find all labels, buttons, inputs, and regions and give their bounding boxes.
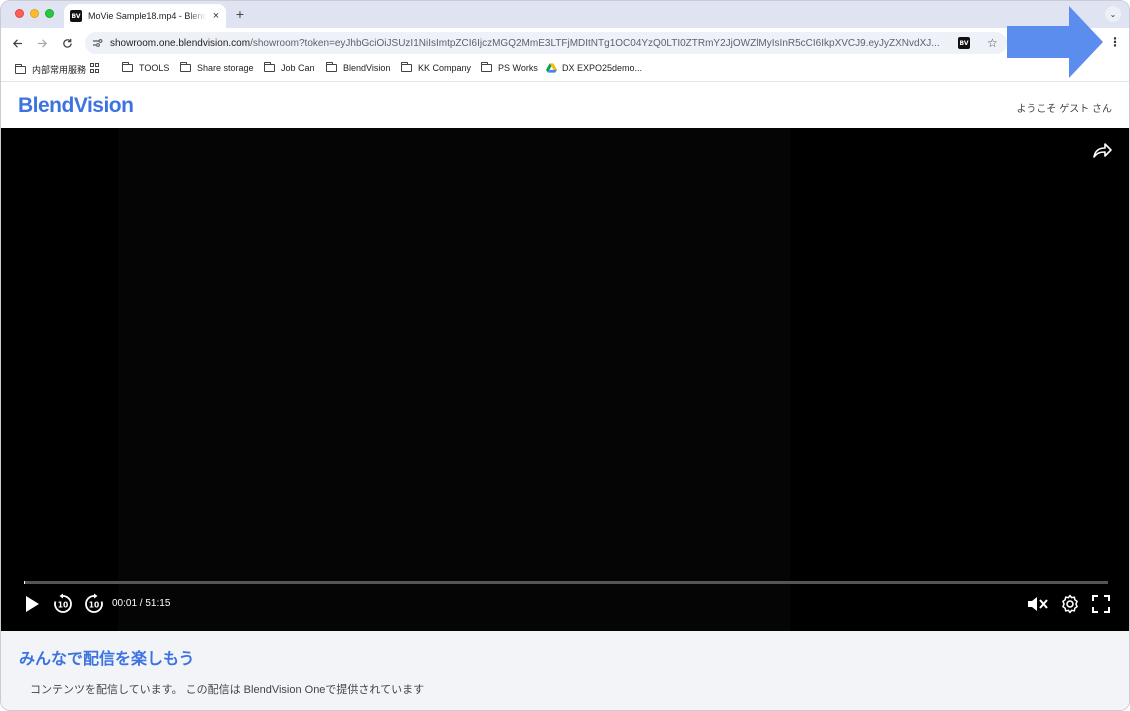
close-window-button[interactable] [15, 9, 24, 18]
bookmark-internal-services[interactable]: 内部常用服務 [15, 63, 86, 76]
bookmark-label: Share storage [197, 63, 254, 73]
apps-grid-icon [90, 63, 100, 73]
bookmark-share-storage[interactable]: Share storage [180, 62, 254, 73]
bookmark-job-can[interactable]: Job Can [264, 62, 315, 73]
blendvision-favicon-icon: BV [70, 10, 82, 22]
url-host: showroom.one.blendvision.com [110, 37, 251, 49]
bookmark-label: BlendVision [343, 63, 391, 73]
folder-icon [481, 62, 492, 72]
tab-search-button[interactable]: ⌄ [1105, 6, 1121, 22]
minimize-window-button[interactable] [30, 9, 39, 18]
browser-menu-icon[interactable]: ⋮ [1109, 35, 1121, 49]
volume-muted-icon [1028, 597, 1048, 611]
content-title: みんなで配信を楽しもう [19, 651, 195, 668]
forward-arrow-icon [37, 38, 47, 48]
tab-close-icon[interactable]: × [210, 10, 222, 22]
new-tab-button[interactable]: + [233, 6, 247, 22]
mute-button[interactable] [1027, 592, 1049, 616]
back-arrow-icon [12, 38, 22, 48]
rewind-10-button[interactable]: 10 [52, 592, 74, 616]
content-info: みんなで配信を楽しもう コンテンツを配信しています。 この配信は BlendVi… [1, 631, 1129, 710]
browser-window: BV MoVie Sample18.mp4 - BlendVision × + … [0, 0, 1130, 711]
bookmark-label: PS Works [498, 63, 538, 73]
bookmark-label: DX EXPO25demo... [562, 63, 643, 73]
folder-icon [264, 62, 275, 72]
play-icon [26, 596, 39, 612]
folder-icon [122, 62, 133, 72]
gear-icon [1062, 594, 1078, 614]
folder-icon [326, 62, 337, 72]
folder-icon [180, 62, 191, 72]
bookmark-dx-expo[interactable]: DX EXPO25demo... [546, 63, 642, 73]
progress-bar[interactable] [24, 581, 1108, 584]
time-display: 00:01 / 51:15 [112, 598, 171, 609]
folder-icon [401, 62, 412, 72]
site-header: BlendVision ようこそ ゲスト さん [1, 83, 1129, 128]
video-frame[interactable] [118, 128, 790, 631]
tab-strip: BV MoVie Sample18.mp4 - BlendVision × + … [1, 1, 1129, 28]
url-text[interactable]: showroom.one.blendvision.com/showroom?to… [110, 38, 948, 49]
browser-tab-active[interactable]: BV MoVie Sample18.mp4 - BlendVision × [64, 4, 226, 28]
browser-toolbar: showroom.one.blendvision.com/showroom?to… [1, 28, 1129, 58]
address-bar[interactable]: showroom.one.blendvision.com/showroom?to… [85, 32, 1007, 54]
settings-button[interactable] [1059, 592, 1081, 616]
progress-bar-fill [24, 581, 26, 584]
share-icon[interactable] [1091, 140, 1113, 160]
bookmark-kk-company[interactable]: KK Company [401, 62, 472, 73]
bookmark-tools[interactable]: TOOLS [122, 62, 170, 73]
bookmark-label: 内部常用服務 [32, 65, 87, 75]
google-drive-icon [546, 63, 557, 73]
bookmark-blendvision[interactable]: BlendVision [326, 62, 391, 73]
site-info-icon[interactable] [90, 36, 104, 50]
zoom-window-button[interactable] [45, 9, 54, 18]
welcome-text: ようこそ ゲスト さん [1016, 104, 1112, 115]
bookmark-label: TOOLS [139, 63, 170, 73]
fullscreen-icon [1092, 595, 1110, 613]
folder-device-icon [15, 63, 26, 74]
annotation-arrow-icon [1007, 6, 1103, 78]
svg-text:10: 10 [89, 601, 99, 610]
fullscreen-button[interactable] [1090, 592, 1112, 616]
bookmark-apps[interactable] [90, 63, 100, 73]
forward-button[interactable] [33, 34, 51, 52]
url-path: /showroom?token=eyJhbGciOiJSUzI1NiIsImtp… [250, 37, 940, 49]
reload-icon [62, 38, 72, 48]
tab-title: MoVie Sample18.mp4 - BlendVision [88, 11, 206, 21]
reload-button[interactable] [58, 34, 76, 52]
bookmark-label: Job Can [281, 63, 315, 73]
back-button[interactable] [8, 34, 26, 52]
bookmarks-bar: 内部常用服務 TOOLS Share storage Job Can Blend… [1, 58, 1129, 82]
blendvision-logo[interactable]: BlendVision [18, 94, 134, 118]
forward-10-icon: 10 [85, 593, 103, 613]
content-description: コンテンツを配信しています。 この配信は BlendVision Oneで提供さ… [30, 684, 425, 696]
forward-10-button[interactable]: 10 [83, 592, 105, 616]
bookmark-ps-works[interactable]: PS Works [481, 62, 538, 73]
play-button[interactable] [21, 592, 43, 616]
bookmark-label: KK Company [418, 63, 472, 73]
rewind-10-icon: 10 [54, 593, 72, 613]
bookmark-star-icon[interactable]: ☆ [987, 36, 998, 50]
video-player[interactable]: 10 10 00:01 / 51:15 [1, 128, 1129, 631]
svg-text:10: 10 [58, 601, 68, 610]
blendvision-extension-icon[interactable]: BV [958, 37, 970, 49]
